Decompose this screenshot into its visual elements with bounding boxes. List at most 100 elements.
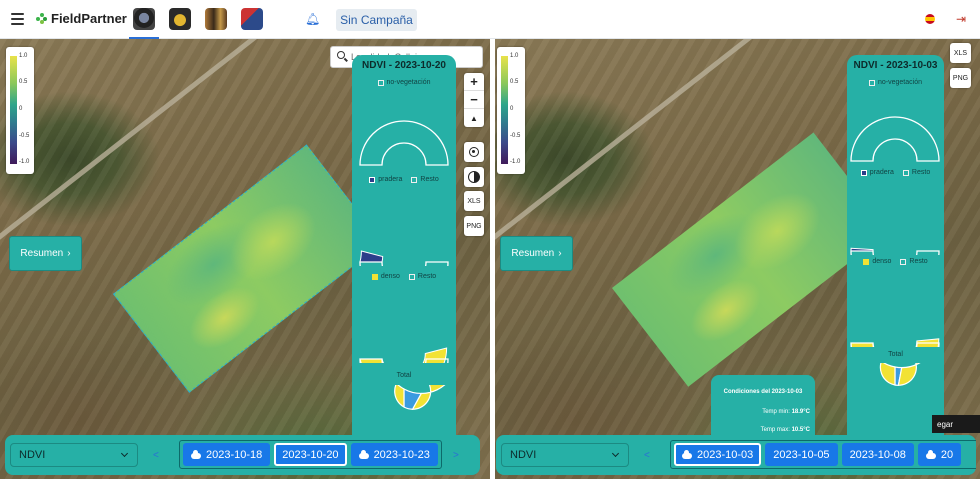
resto-checkbox[interactable] xyxy=(408,273,415,280)
date-button[interactable]: 2023-10-23 xyxy=(350,443,438,466)
pradera-label: pradera xyxy=(378,176,403,183)
pradera-checkbox[interactable] xyxy=(369,176,376,183)
locate-icon xyxy=(469,147,479,157)
export-png-button[interactable]: PNG xyxy=(950,68,971,88)
legend-tick: -0.5 xyxy=(510,133,521,139)
gauge-fill xyxy=(359,250,384,263)
legend-row-pradera[interactable]: pradera Resto xyxy=(847,169,944,176)
index-select-value: NDVI xyxy=(510,449,537,461)
chevron-down-icon xyxy=(611,449,620,458)
prev-dates-button[interactable]: < xyxy=(153,450,159,461)
no-vegetation-checkbox[interactable] xyxy=(377,79,384,86)
denso-gauge xyxy=(850,338,940,347)
no-vegetation-label: no-vegetación xyxy=(878,79,922,86)
date-button[interactable]: 20 xyxy=(917,443,962,466)
zoom-out-button[interactable]: − xyxy=(464,91,484,109)
locate-button[interactable] xyxy=(464,142,484,162)
chevron-right-icon: › xyxy=(67,248,71,259)
north-reset-button[interactable]: ▲ xyxy=(464,109,484,127)
menu-icon[interactable] xyxy=(11,13,24,25)
export-png-button[interactable]: PNG xyxy=(464,216,484,236)
left-map[interactable]: 1.0 0.5 0 -0.5 -1.0 NDVI - 2023-10-20 no… xyxy=(0,39,490,479)
pradera-gauge xyxy=(359,250,449,266)
denso-label: denso xyxy=(380,273,400,280)
pradera-label: pradera xyxy=(869,169,894,176)
legend-color-bar xyxy=(501,56,508,164)
legend-row-pradera[interactable]: pradera Resto xyxy=(352,176,456,183)
legend-row-no-vegetation[interactable]: no-vegetación xyxy=(847,79,944,86)
denso-checkbox[interactable] xyxy=(863,258,870,265)
legend-tick: 0.5 xyxy=(510,79,519,85)
temp-max-value: 10.5°C xyxy=(791,427,810,433)
resto-label: Resto xyxy=(911,169,931,176)
summary-button[interactable]: Resumen › xyxy=(500,236,573,271)
summary-button[interactable]: Resumen › xyxy=(9,236,82,271)
export-xls-button[interactable]: XLS xyxy=(950,43,971,63)
cloud-icon xyxy=(682,449,692,459)
legend-row-denso[interactable]: denso Resto xyxy=(847,258,944,265)
contrast-icon xyxy=(468,171,480,183)
farm-avatar-3[interactable] xyxy=(205,8,227,30)
legend-tick: -0.5 xyxy=(19,133,30,139)
no-vegetation-label: no-vegetación xyxy=(386,79,431,86)
farm-avatar-1[interactable] xyxy=(129,8,159,39)
no-vegetation-checkbox[interactable] xyxy=(869,79,875,86)
legend-tick: 1.0 xyxy=(510,53,519,59)
resto-checkbox[interactable] xyxy=(900,258,907,265)
date-button[interactable]: 2023-10-05 xyxy=(765,443,838,466)
date-label: 2023-10-03 xyxy=(697,448,754,461)
chevron-down-icon xyxy=(120,449,129,458)
resto-checkbox[interactable] xyxy=(411,176,418,183)
total-donut-chart xyxy=(879,363,921,386)
overflow-button[interactable]: egar xyxy=(932,415,980,433)
index-select-value: NDVI xyxy=(19,449,46,461)
donut-slice xyxy=(394,385,446,410)
campaign-button[interactable]: Sin Campaña xyxy=(336,9,417,31)
logout-icon[interactable]: ⇥ xyxy=(956,12,966,26)
date-button-selected[interactable]: 2023-10-03 xyxy=(674,443,762,466)
legend-row-denso[interactable]: denso Resto xyxy=(352,273,456,280)
cloud-icon xyxy=(925,449,936,459)
farm-avatar-4[interactable] xyxy=(241,8,263,30)
summary-button-label: Resumen xyxy=(511,248,555,259)
legend-row-no-vegetation[interactable]: no-vegetación xyxy=(352,79,456,86)
legend-tick: -1.0 xyxy=(510,159,521,165)
ndvi-color-legend: 1.0 0.5 0 -0.5 -1.0 xyxy=(6,47,34,174)
contrast-button[interactable] xyxy=(464,167,484,187)
date-button[interactable]: 2023-10-18 xyxy=(183,443,271,466)
prev-dates-button[interactable]: < xyxy=(644,450,650,461)
denso-checkbox[interactable] xyxy=(371,273,378,280)
farm-avatar-2[interactable] xyxy=(169,8,191,30)
legend-tick: 0 xyxy=(510,106,514,112)
export-xls-button[interactable]: XLS xyxy=(464,191,484,211)
temp-max-row: Temp max: 10.5°C xyxy=(761,427,810,433)
date-button-selected[interactable]: 2023-10-20 xyxy=(274,443,347,466)
legend-tick: 0 xyxy=(19,106,23,112)
date-bar: NDVI < 2023-10-18 2023-10-20 2023-10-23 … xyxy=(5,435,480,475)
search-icon xyxy=(337,51,345,59)
panel-title: NDVI - 2023-10-03 xyxy=(853,60,938,71)
total-label: Total xyxy=(396,372,412,379)
date-button[interactable]: 2023-10-08 xyxy=(841,443,914,466)
pradera-checkbox[interactable] xyxy=(860,169,867,176)
resto-checkbox[interactable] xyxy=(902,169,909,176)
zoom-in-button[interactable]: + xyxy=(464,73,484,91)
right-map[interactable]: 1.0 0.5 0 -0.5 -1.0 NDVI - 2023-10-03 no… xyxy=(495,39,980,479)
date-label: 2023-10-05 xyxy=(773,448,830,461)
denso-label: denso xyxy=(872,258,892,265)
donut-slice xyxy=(879,363,921,386)
pradera-gauge xyxy=(850,247,940,255)
app-name: FieldPartner xyxy=(51,11,127,26)
spain-flag-icon[interactable] xyxy=(925,14,935,24)
temp-max-label: Temp max: xyxy=(760,427,790,433)
date-list: 2023-10-03 2023-10-05 2023-10-08 20 xyxy=(670,440,976,469)
next-dates-button[interactable]: > xyxy=(453,450,459,461)
legend-tick: -1.0 xyxy=(19,159,30,165)
temp-min-row: Temp min: 18.9°C xyxy=(762,409,810,415)
gauge-outline xyxy=(850,250,940,255)
index-select[interactable]: NDVI xyxy=(501,443,629,467)
date-list: 2023-10-18 2023-10-20 2023-10-23 xyxy=(179,440,442,469)
index-select[interactable]: NDVI xyxy=(10,443,138,467)
app-logo[interactable]: FieldPartner xyxy=(36,11,127,26)
notifications-icon[interactable]: 🔔︎ xyxy=(305,12,320,26)
